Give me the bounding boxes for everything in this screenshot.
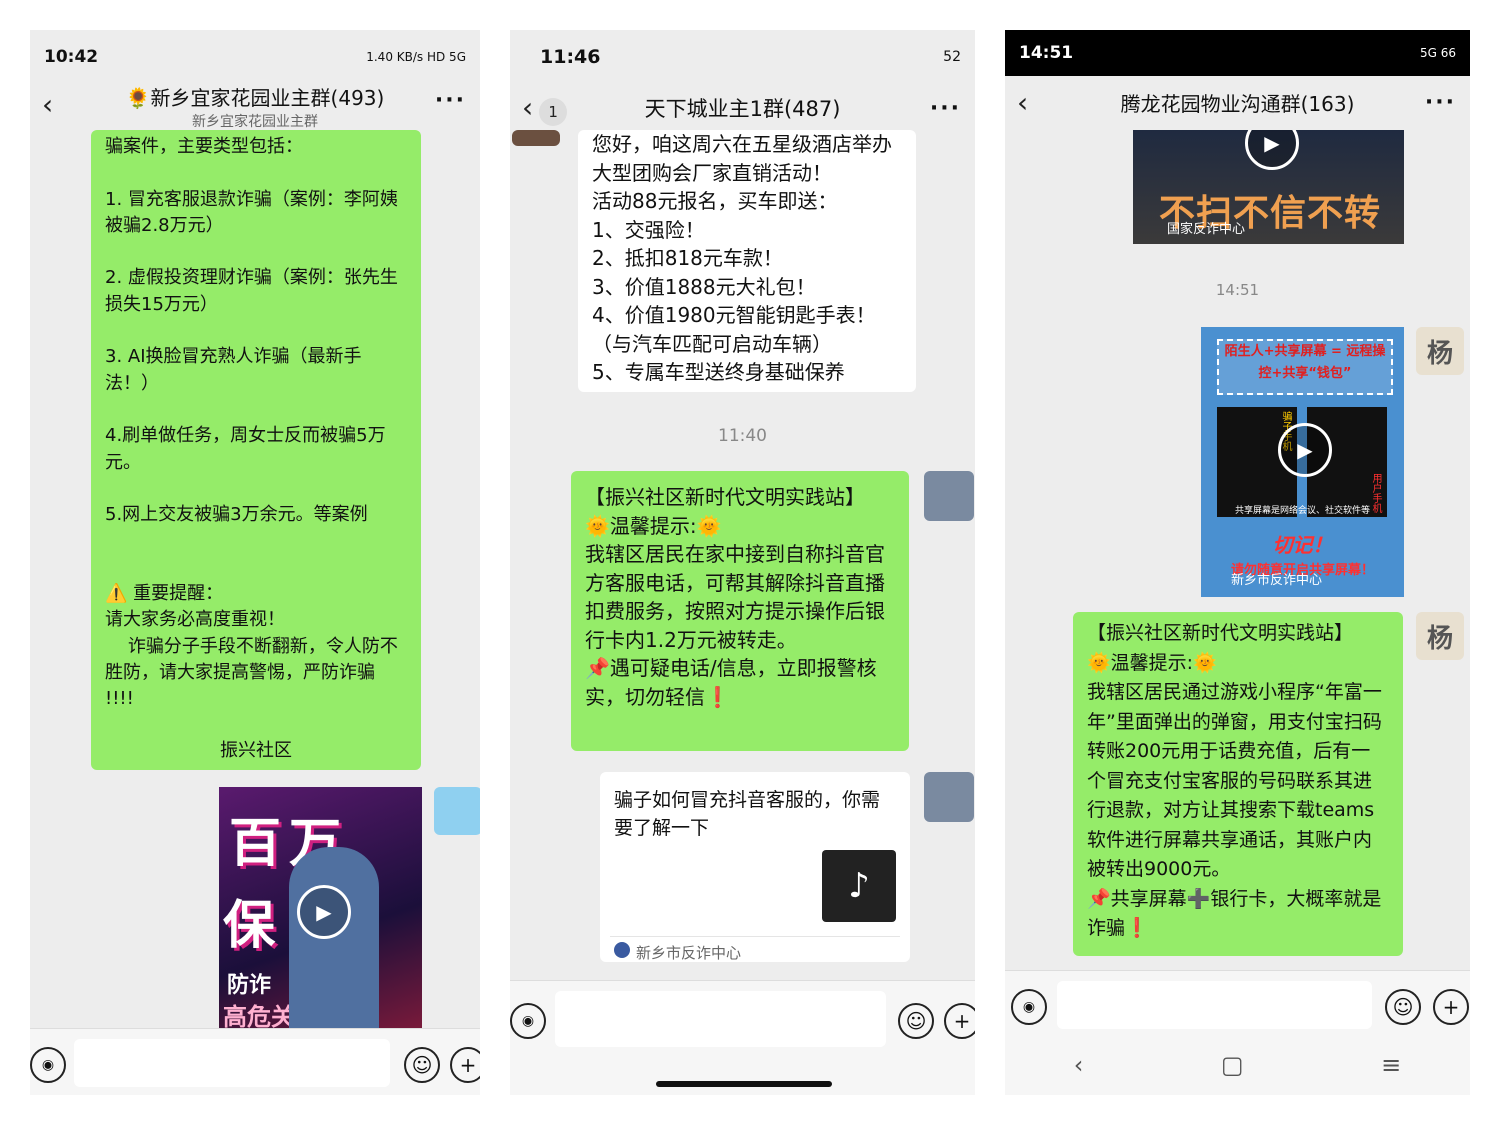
chat-subtitle: 新乡宜家花园业主群 <box>192 113 318 130</box>
police-figure <box>289 847 379 1030</box>
more-icon[interactable]: ··· <box>435 88 466 113</box>
more-icon[interactable]: ··· <box>930 96 961 121</box>
chat-header: ‹ 1 天下城业主1群(487) ··· <box>510 80 975 136</box>
nav-menu-icon[interactable]: ≡ <box>1381 1051 1401 1079</box>
message-input[interactable] <box>74 1039 390 1087</box>
link-card-title: 骗子如何冒充抖音客服的，你需要了解一下 <box>614 789 881 839</box>
video-source: 新乡市反诈中心 <box>1231 573 1323 588</box>
back-chevron-icon[interactable]: ‹ <box>1017 86 1028 119</box>
emoji-icon[interactable]: ☺ <box>1385 989 1421 1025</box>
system-navbar: ‹ ▢ ≡ <box>1005 1035 1470 1095</box>
status-indicators: 1.40 KB/s HD 5G <box>366 50 466 64</box>
avatar-char: 杨 <box>1426 623 1453 654</box>
video-title-text: 防诈 <box>227 973 272 998</box>
emoji-icon[interactable]: ☺ <box>404 1047 440 1083</box>
chat-header: ‹ 腾龙花园物业沟通群(163) ··· <box>1005 74 1470 130</box>
video-message[interactable]: 陌生人+共享屏幕 = 远程操控+共享“钱包” 骗子手机 用户手机 共享屏幕是网络… <box>1201 327 1404 597</box>
link-card-thumbnail: ♪ <box>822 850 896 922</box>
nav-home-icon[interactable]: ▢ <box>1221 1051 1244 1079</box>
input-bar: ◉ ☺ + <box>510 980 975 1095</box>
chat-title: 天下城业主1群(487) <box>644 97 841 121</box>
link-card-source: 新乡市反诈中心 <box>636 944 742 962</box>
play-icon[interactable]: ▶ <box>297 885 351 939</box>
back-chevron-icon[interactable]: ‹ <box>42 88 53 121</box>
video-source: 国家反诈中心 <box>1167 222 1246 237</box>
avatar-char: 杨 <box>1426 338 1453 369</box>
video-caption: 共享屏幕是网络会议、社交软件等 <box>1234 506 1370 516</box>
avatar[interactable]: 杨 <box>1416 327 1464 375</box>
play-icon[interactable]: ▶ <box>1245 130 1299 170</box>
message-bubble[interactable]: 【振兴社区新时代文明实践站】 🌞温馨提示:🌞 我辖区居民在家中接到自称抖音官方客… <box>571 471 909 751</box>
status-time: 10:42 <box>44 47 99 67</box>
message-bubble[interactable]: 骗案件，主要类型包括： 1. 冒充客服退款诈骗（案例：李阿姨被骗2.8万元） 2… <box>91 130 421 770</box>
video-message[interactable]: 不扫不信不转账 国家反诈中心 ▶ <box>1133 130 1404 244</box>
voice-icon[interactable]: ◉ <box>510 1003 546 1039</box>
phone-1-screen: 10:42 1.40 KB/s HD 5G ‹ 🌻新乡宜家花园业主群(493) … <box>30 30 480 1095</box>
nav-back-icon[interactable]: ‹ <box>1074 1051 1084 1079</box>
phone-3-screen: 14:51 5G 66 ‹ 腾龙花园物业沟通群(163) ··· 不扫不信不转账… <box>1005 30 1470 1095</box>
chat-title: 🌻新乡宜家花园业主群(493) <box>125 85 385 110</box>
more-icon[interactable]: ··· <box>1425 90 1456 115</box>
status-bar: 11:46 52 <box>510 30 975 84</box>
message-input[interactable] <box>1057 981 1372 1029</box>
voice-icon[interactable]: ◉ <box>30 1047 66 1083</box>
chat-header: ‹ 🌻新乡宜家花园业主群(493) 新乡宜家花园业主群 ··· <box>30 78 480 134</box>
link-card[interactable]: 骗子如何冒充抖音客服的，你需要了解一下 ♪ 新乡市反诈中心 <box>600 772 910 962</box>
avatar[interactable] <box>434 787 480 835</box>
avatar[interactable] <box>924 471 974 521</box>
timestamp: 11:40 <box>718 426 767 446</box>
back-chevron-icon[interactable]: ‹ 1 <box>522 91 568 126</box>
video-top-text: 陌生人+共享屏幕 = 远程操控+共享“钱包” <box>1217 339 1393 395</box>
avatar[interactable]: 杨 <box>1416 612 1464 660</box>
timestamp: 14:51 <box>1215 281 1260 299</box>
voice-icon[interactable]: ◉ <box>1011 989 1047 1025</box>
video-message[interactable]: 百万 保障 防诈 高危关键词 ▶ <box>219 787 422 1030</box>
avatar[interactable] <box>924 772 974 822</box>
unread-badge: 1 <box>539 97 568 126</box>
status-bar: 14:51 5G 66 <box>1005 30 1470 76</box>
input-bar: ◉ ☺ + <box>30 1028 480 1095</box>
source-logo-icon <box>614 942 630 958</box>
status-time: 14:51 <box>1019 43 1074 63</box>
input-bar: ◉ ☺ + <box>1005 970 1470 1041</box>
link-card-divider <box>610 936 900 937</box>
plus-icon[interactable]: + <box>944 1003 975 1039</box>
home-indicator[interactable] <box>656 1081 832 1087</box>
video-bottom-text: 切记！ <box>1272 533 1333 557</box>
message-bubble[interactable]: 您好，咱这周六在五星级酒店举办大型团购会厂家直销活动！ 活动88元报名，买车即送… <box>578 130 916 392</box>
play-icon[interactable]: ▶ <box>1278 423 1332 477</box>
emoji-icon[interactable]: ☺ <box>898 1003 934 1039</box>
phone-2-screen: 11:46 52 ‹ 1 天下城业主1群(487) ··· 您好，咱这周六在五星级… <box>510 30 975 1095</box>
plus-icon[interactable]: + <box>450 1047 480 1083</box>
plus-icon[interactable]: + <box>1433 989 1469 1025</box>
message-bubble[interactable]: 【振兴社区新时代文明实践站】 🌞温馨提示:🌞 我辖区居民通过游戏小程序“年富一年… <box>1073 612 1403 956</box>
status-indicators: 5G 66 <box>1419 46 1456 60</box>
status-bar: 10:42 1.40 KB/s HD 5G <box>30 30 480 84</box>
message-input[interactable] <box>555 991 886 1047</box>
avatar[interactable] <box>512 130 560 146</box>
status-time: 11:46 <box>540 46 601 68</box>
status-indicators: 52 <box>943 49 961 65</box>
chat-title: 腾龙花园物业沟通群(163) <box>1120 91 1355 116</box>
message-signature: 振兴社区 <box>220 740 292 761</box>
